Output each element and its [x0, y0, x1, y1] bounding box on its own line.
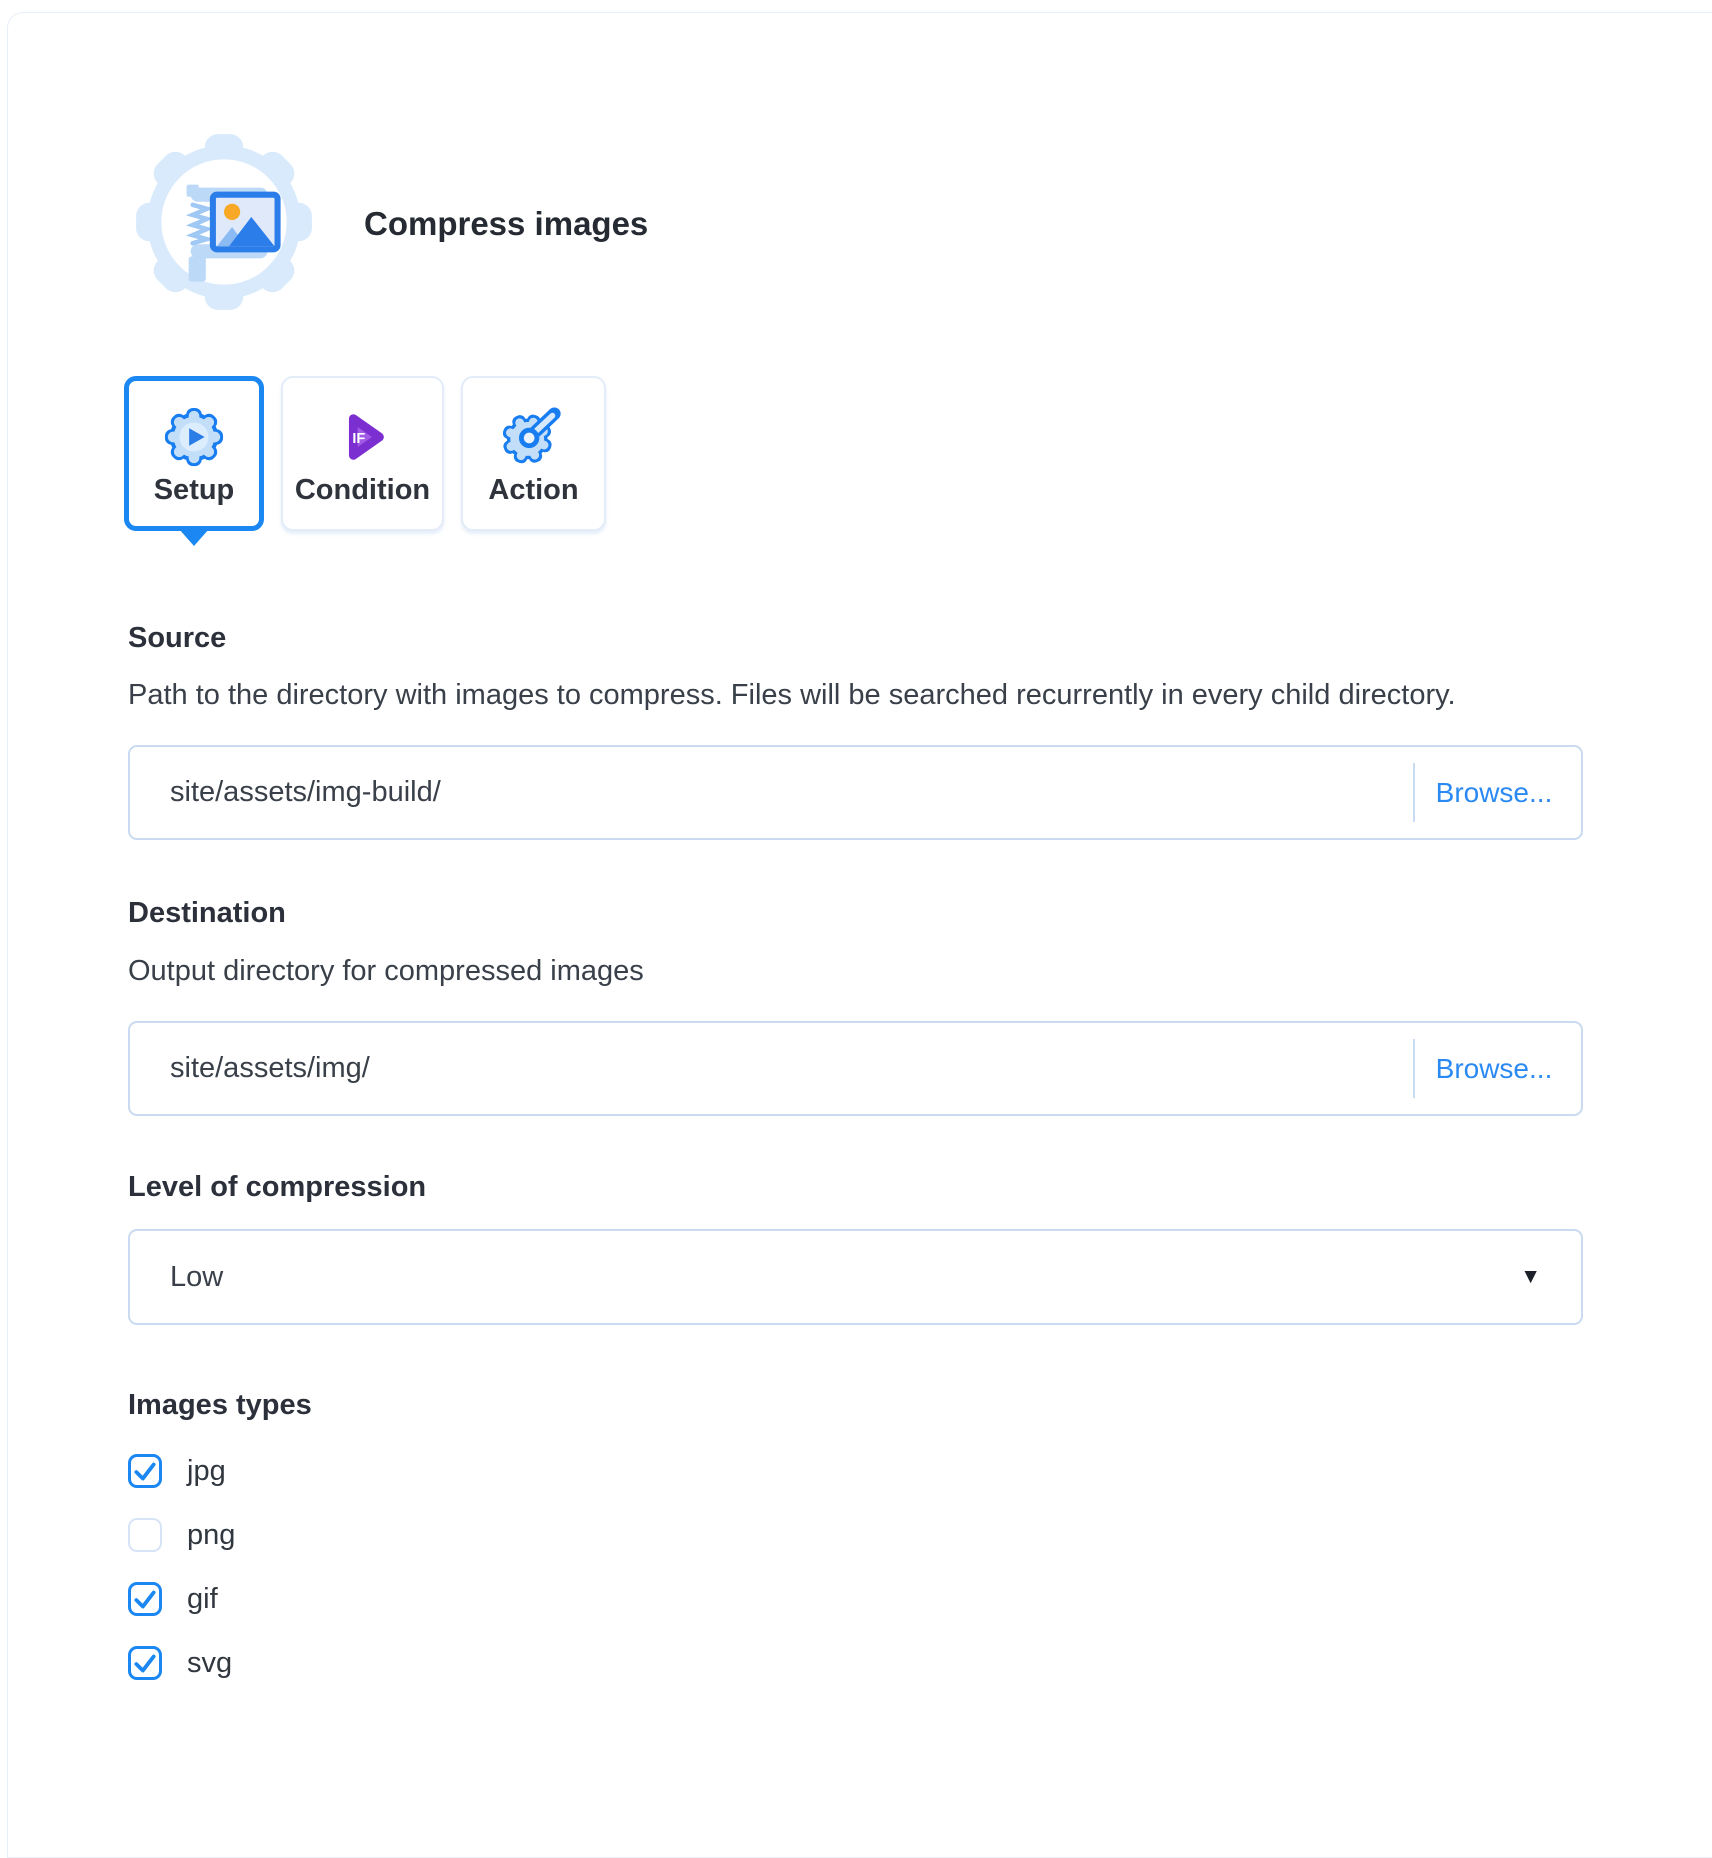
checkbox-row-jpg[interactable]: jpg: [128, 1454, 1583, 1488]
jpg-checkbox[interactable]: [128, 1454, 162, 1488]
checkbox-label: svg: [187, 1647, 232, 1680]
png-checkbox[interactable]: [128, 1518, 162, 1552]
tab-action[interactable]: Action: [461, 376, 606, 531]
compression-heading: Level of compression: [128, 1169, 1583, 1205]
gear-play-icon: [163, 406, 225, 468]
checkbox-label: jpg: [187, 1455, 226, 1488]
checkbox-row-png[interactable]: png: [128, 1518, 1583, 1552]
checkmark-icon: [132, 1458, 158, 1484]
tab-label: Action: [488, 474, 578, 507]
image-types-heading: Images types: [128, 1387, 1583, 1423]
destination-heading: Destination: [128, 895, 1583, 931]
source-heading: Source: [128, 620, 1583, 656]
source-browse-button[interactable]: Browse...: [1419, 748, 1569, 837]
gif-checkbox[interactable]: [128, 1582, 162, 1616]
checkmark-icon: [132, 1650, 158, 1676]
image-types-checkbox-group: jpg png gif: [128, 1454, 1583, 1680]
compress-images-icon: [128, 126, 320, 323]
destination-description: Output directory for compressed images: [128, 953, 1583, 989]
source-path-input[interactable]: [128, 745, 1583, 840]
tab-condition[interactable]: IF Condition: [281, 376, 444, 531]
gear-wrench-icon: [503, 406, 565, 468]
checkbox-label: png: [187, 1519, 235, 1552]
source-section: Source Path to the directory with images…: [128, 620, 1583, 840]
dropdown-arrow-icon: ▼: [1520, 1265, 1541, 1289]
destination-field: Browse...: [128, 1021, 1583, 1116]
source-field: Browse...: [128, 745, 1583, 840]
page-title: Compress images: [364, 204, 648, 244]
if-play-icon: IF: [332, 406, 394, 468]
checkbox-label: gif: [187, 1583, 218, 1616]
checkbox-row-gif[interactable]: gif: [128, 1582, 1583, 1616]
source-description: Path to the directory with images to com…: [128, 677, 1583, 713]
svg-text:IF: IF: [352, 431, 365, 447]
step-tabs: Setup IF Condition: [124, 376, 1583, 531]
image-types-section: Images types jpg png: [128, 1387, 1583, 1680]
destination-section: Destination Output directory for compres…: [128, 895, 1583, 1116]
tab-setup[interactable]: Setup: [124, 376, 264, 531]
field-divider: [1413, 1039, 1415, 1098]
destination-path-input[interactable]: [128, 1021, 1583, 1116]
selected-tab-pointer-icon: [179, 529, 209, 546]
tab-label: Condition: [295, 474, 430, 507]
compression-section: Level of compression Low ▼: [128, 1169, 1583, 1325]
svg-checkbox[interactable]: [128, 1646, 162, 1680]
compress-images-setup-page: Compress images: [128, 0, 1583, 1680]
destination-browse-button[interactable]: Browse...: [1419, 1024, 1569, 1113]
compression-level-select[interactable]: Low ▼: [128, 1229, 1583, 1325]
field-divider: [1413, 763, 1415, 822]
compression-level-value: Low: [170, 1261, 223, 1294]
tab-label: Setup: [154, 474, 235, 507]
checkmark-icon: [132, 1586, 158, 1612]
checkbox-row-svg[interactable]: svg: [128, 1646, 1583, 1680]
page-header: Compress images: [128, 128, 1583, 320]
